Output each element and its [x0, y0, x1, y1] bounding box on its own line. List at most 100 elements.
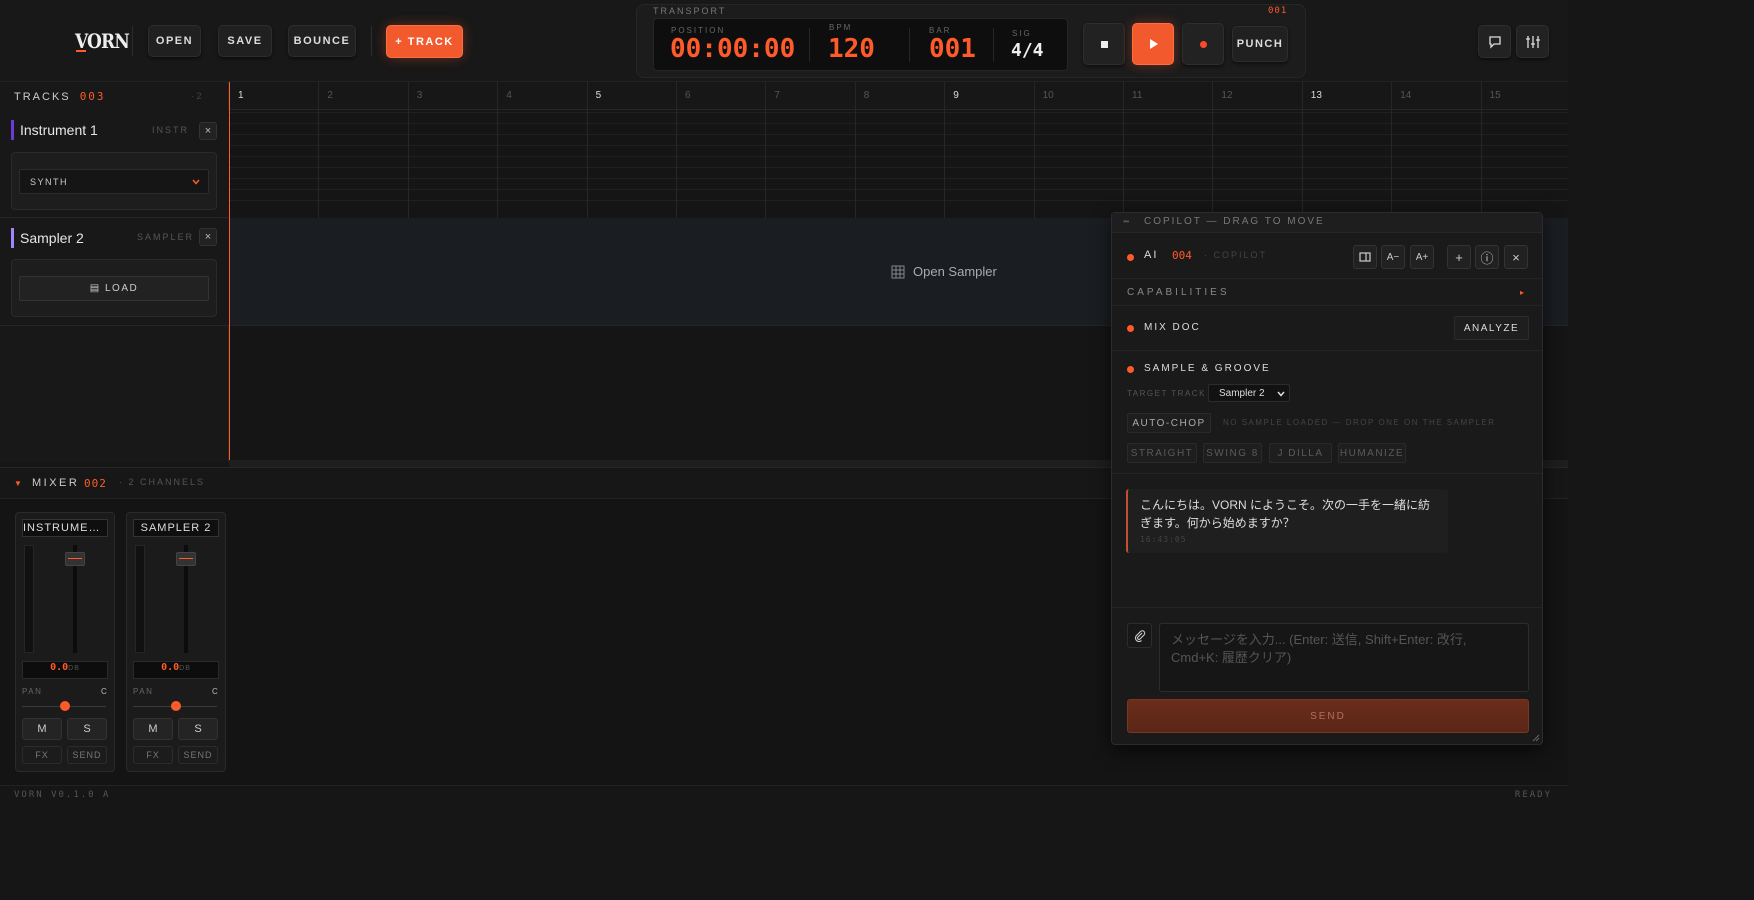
solo-button[interactable]: S — [178, 718, 218, 740]
version-label: VORN V0.1.0 A — [14, 790, 111, 800]
track-name[interactable]: Sampler 2 — [20, 230, 84, 246]
channel-name[interactable]: INSTRUMENT… — [22, 519, 108, 537]
target-track-select[interactable]: Sampler 2 — [1208, 384, 1290, 402]
send-button[interactable]: SEND — [67, 746, 107, 764]
position-readout[interactable]: 00:00:00 — [670, 34, 795, 64]
divider — [1112, 607, 1542, 608]
close-icon: × — [204, 125, 212, 137]
attach-button[interactable] — [1127, 623, 1152, 648]
capabilities-toggle[interactable]: CAPABILITIES ▸ — [1112, 279, 1542, 306]
bar-line — [1033, 82, 1035, 218]
time-signature[interactable]: 4/4 — [1011, 40, 1044, 61]
mix-doc-label: MIX DOC — [1144, 322, 1201, 333]
panel-icon — [1359, 252, 1371, 262]
font-decrease-button[interactable]: A− — [1381, 245, 1405, 269]
volume-readout[interactable]: 0.0DB — [22, 661, 108, 679]
save-button[interactable]: SAVE — [218, 25, 272, 57]
db-unit: DB — [179, 665, 191, 672]
message-input[interactable]: メッセージを入力... (Enter: 送信, Shift+Enter: 改行,… — [1159, 623, 1529, 692]
copilot-drag-handle[interactable]: ••• COPILOT — DRAG TO MOVE — [1112, 213, 1542, 233]
bar-number: 8 — [863, 90, 870, 101]
info-button[interactable]: ⓘ — [1475, 245, 1499, 269]
chevron-down-icon — [1277, 391, 1285, 397]
channel-name[interactable]: SAMPLER 2 — [133, 519, 219, 537]
analyze-button[interactable]: ANALYZE — [1454, 316, 1529, 340]
play-button[interactable] — [1132, 23, 1174, 65]
groove-straight-button[interactable]: STRAIGHT — [1127, 443, 1197, 463]
status-dot — [1127, 254, 1134, 261]
font-increase-button[interactable]: A+ — [1410, 245, 1434, 269]
track-row[interactable]: Instrument 1 INSTR × SYNTH — [0, 110, 229, 218]
bar-number: 15 — [1489, 90, 1501, 101]
chat-toggle-button[interactable] — [1478, 25, 1511, 58]
mixer-settings-button[interactable] — [1516, 25, 1549, 58]
bar-number: 12 — [1221, 90, 1233, 101]
record-button[interactable] — [1182, 23, 1224, 65]
open-button[interactable]: OPEN — [148, 25, 201, 57]
instrument-select[interactable]: SYNTH — [19, 169, 209, 194]
level-meter — [24, 545, 34, 653]
send-button[interactable]: SEND — [178, 746, 218, 764]
bpm-readout[interactable]: 120 — [828, 34, 875, 64]
playhead[interactable] — [229, 82, 230, 460]
volume-readout[interactable]: 0.0DB — [133, 661, 219, 679]
volume-fader[interactable] — [65, 552, 85, 566]
bpm-label: BPM — [829, 23, 853, 32]
divider — [809, 28, 810, 62]
bounce-button[interactable]: BOUNCE — [288, 25, 356, 57]
groove-swing-button[interactable]: SWING 8 — [1203, 443, 1262, 463]
solo-button[interactable]: S — [67, 718, 107, 740]
bar-number: 7 — [774, 90, 780, 101]
punch-button[interactable]: PUNCH — [1232, 26, 1288, 62]
target-track-label: TARGET TRACK — [1127, 389, 1206, 398]
no-sample-hint: NO SAMPLE LOADED — DROP ONE ON THE SAMPL… — [1223, 418, 1496, 427]
ai-sub: · COPILOT — [1204, 250, 1268, 260]
pan-knob[interactable] — [171, 701, 181, 711]
bar-ruler[interactable]: 1 2 3 4 5 6 7 8 9 10 11 12 13 14 15 — [229, 82, 1568, 110]
caret-right-icon: ▸ — [1520, 288, 1525, 297]
groove-dilla-button[interactable]: J DILLA — [1269, 443, 1332, 463]
tracks-title: TRACKS 003 — [14, 90, 106, 103]
pan-knob[interactable] — [60, 701, 70, 711]
track-sampler-box: ▤ LOAD — [11, 259, 217, 317]
target-track-value: Sampler 2 — [1219, 388, 1265, 399]
tracks-title-label: TRACKS — [14, 91, 71, 103]
open-sampler-button[interactable]: Open Sampler — [891, 264, 997, 279]
track-row[interactable]: Sampler 2 SAMPLER × ▤ LOAD — [0, 218, 229, 326]
lane-grid-line — [229, 178, 1568, 179]
instrument-select-value: SYNTH — [30, 177, 69, 187]
collapse-caret-icon[interactable]: ▼ — [14, 479, 22, 488]
lane-grid-line — [229, 189, 1568, 190]
send-button[interactable]: SEND — [1127, 699, 1529, 733]
fx-button[interactable]: FX — [22, 746, 62, 764]
groove-humanize-button[interactable]: HUMANIZE — [1338, 443, 1406, 463]
bar-number: 9 — [953, 90, 959, 101]
add-track-button[interactable]: + TRACK — [386, 25, 463, 58]
status-dot — [1127, 366, 1134, 373]
resize-grip-icon[interactable] — [1532, 734, 1540, 742]
mixer-title: MIXER — [32, 477, 80, 489]
fx-button[interactable]: FX — [133, 746, 173, 764]
lane-grid-line — [229, 112, 1568, 113]
daw-app: VORN OPEN SAVE BOUNCE + TRACK TRANSPORT … — [0, 0, 1568, 805]
bar-number: 11 — [1132, 90, 1143, 101]
bar-number: 14 — [1400, 90, 1412, 101]
remove-track-button[interactable]: × — [199, 122, 217, 140]
transport-label: TRANSPORT — [653, 6, 727, 16]
track-name[interactable]: Instrument 1 — [20, 122, 98, 138]
drag-grip-icon[interactable]: ••• — [1123, 217, 1129, 226]
tracks-extra: · 2 — [191, 91, 202, 101]
dock-panel-button[interactable] — [1353, 245, 1377, 269]
stop-button[interactable] — [1083, 23, 1125, 65]
remove-track-button[interactable]: × — [199, 228, 217, 246]
chevron-down-icon — [192, 179, 200, 185]
new-chat-button[interactable]: + — [1447, 245, 1471, 269]
copilot-panel[interactable]: ••• COPILOT — DRAG TO MOVE AI 004 · COPI… — [1111, 212, 1543, 745]
mute-button[interactable]: M — [22, 718, 62, 740]
close-copilot-button[interactable]: × — [1504, 245, 1528, 269]
mute-button[interactable]: M — [133, 718, 173, 740]
auto-chop-button[interactable]: AUTO-CHOP — [1127, 413, 1211, 433]
load-sample-button[interactable]: ▤ LOAD — [19, 276, 209, 301]
capabilities-label: CAPABILITIES — [1127, 287, 1230, 298]
volume-fader[interactable] — [176, 552, 196, 566]
